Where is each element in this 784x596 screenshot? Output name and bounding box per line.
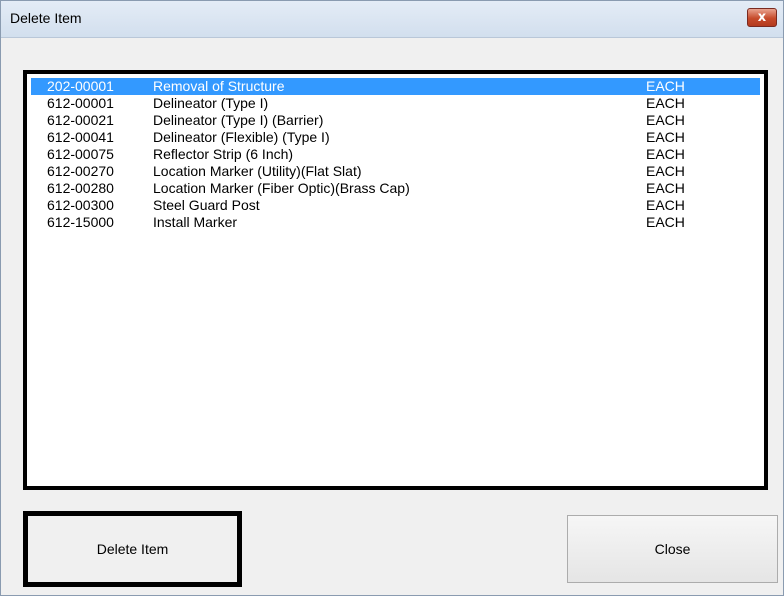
item-code: 612-00075 [47,146,114,162]
list-item[interactable]: 612-00300 Steel Guard Post EACH [31,197,760,214]
item-unit: EACH [646,78,685,94]
delete-item-button[interactable]: Delete Item [23,511,242,587]
item-description: Location Marker (Fiber Optic)(Brass Cap) [153,180,410,196]
item-code: 612-00001 [47,95,114,111]
item-description: Delineator (Flexible) (Type I) [153,129,330,145]
close-button[interactable]: Close [567,515,778,583]
item-description: Install Marker [153,214,238,230]
delete-item-dialog: Delete Item x 202-00001 Removal of Struc… [0,0,784,596]
item-description: Steel Guard Post [153,197,260,213]
item-code: 612-00021 [47,112,114,128]
list-item[interactable]: 202-00001 Removal of Structure EACH [31,78,760,95]
list-item[interactable]: 612-00001 Delineator (Type I) EACH [31,95,760,112]
item-unit: EACH [646,112,685,128]
item-unit: EACH [646,180,685,196]
item-unit: EACH [646,214,685,230]
item-unit: EACH [646,197,685,213]
item-description: Reflector Strip (6 Inch) [153,146,294,162]
item-code: 612-00270 [47,163,114,179]
item-code: 202-00001 [47,78,114,94]
item-unit: EACH [646,129,685,145]
list-item[interactable]: 612-00021 Delineator (Type I) (Barrier) … [31,112,760,129]
window-title: Delete Item [10,10,82,26]
item-unit: EACH [646,95,685,111]
title-bar[interactable]: Delete Item x [1,1,783,38]
close-icon: x [757,10,767,25]
item-description: Location Marker (Utility)(Flat Slat) [153,163,362,179]
item-description: Delineator (Type I) [153,95,269,111]
item-unit: EACH [646,146,685,162]
items-listbox[interactable]: 202-00001 Removal of Structure EACH 612-… [23,70,768,490]
item-code: 612-15000 [47,214,114,230]
item-description: Removal of Structure [153,78,285,94]
list-item[interactable]: 612-00280 Location Marker (Fiber Optic)(… [31,180,760,197]
list-item[interactable]: 612-00041 Delineator (Flexible) (Type I)… [31,129,760,146]
list-item[interactable]: 612-15000 Install Marker EACH [31,214,760,231]
item-code: 612-00280 [47,180,114,196]
window-close-button[interactable]: x [747,8,777,27]
list-item[interactable]: 612-00075 Reflector Strip (6 Inch) EACH [31,146,760,163]
item-description: Delineator (Type I) (Barrier) [153,112,324,128]
list-item[interactable]: 612-00270 Location Marker (Utility)(Flat… [31,163,760,180]
item-unit: EACH [646,163,685,179]
item-code: 612-00041 [47,129,114,145]
item-code: 612-00300 [47,197,114,213]
